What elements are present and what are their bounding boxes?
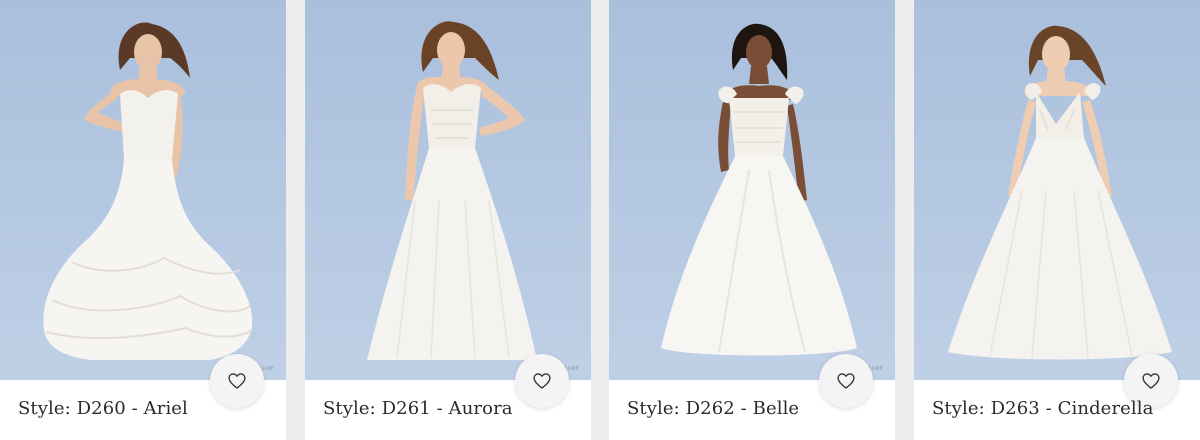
heart-icon bbox=[228, 373, 246, 389]
heart-icon bbox=[533, 373, 551, 389]
heart-icon bbox=[1142, 373, 1160, 389]
bride-illustration bbox=[948, 25, 1172, 360]
favorite-button[interactable] bbox=[819, 354, 873, 408]
product-style-label[interactable]: Style: D260 - Ariel bbox=[18, 398, 188, 419]
product-card[interactable]: ALLURE Style: D262 - Belle bbox=[609, 0, 895, 440]
product-style-label[interactable]: Style: D262 - Belle bbox=[627, 398, 799, 419]
product-style-label[interactable]: Style: D263 - Cinderella bbox=[932, 398, 1153, 419]
product-photo[interactable]: ALLURE bbox=[0, 0, 286, 380]
product-style-label[interactable]: Style: D261 - Aurora bbox=[323, 398, 513, 419]
favorite-button[interactable] bbox=[515, 354, 569, 408]
bride-illustration bbox=[367, 21, 537, 360]
product-photo[interactable]: ALLURE bbox=[609, 0, 895, 380]
product-card[interactable]: ALLURE Style: D261 - Aurora bbox=[305, 0, 591, 440]
heart-icon bbox=[837, 373, 855, 389]
bride-illustration bbox=[43, 22, 253, 360]
product-photo[interactable]: ALLURE bbox=[305, 0, 591, 380]
bride-illustration bbox=[661, 23, 857, 356]
product-card[interactable]: Style: D263 - Cinderella bbox=[914, 0, 1200, 440]
product-grid: ALLURE Style: D260 - Ariel ALLURE Style:… bbox=[0, 0, 1200, 440]
favorite-button[interactable] bbox=[210, 354, 264, 408]
product-card[interactable]: ALLURE Style: D260 - Ariel bbox=[0, 0, 286, 440]
product-photo[interactable] bbox=[914, 0, 1200, 380]
